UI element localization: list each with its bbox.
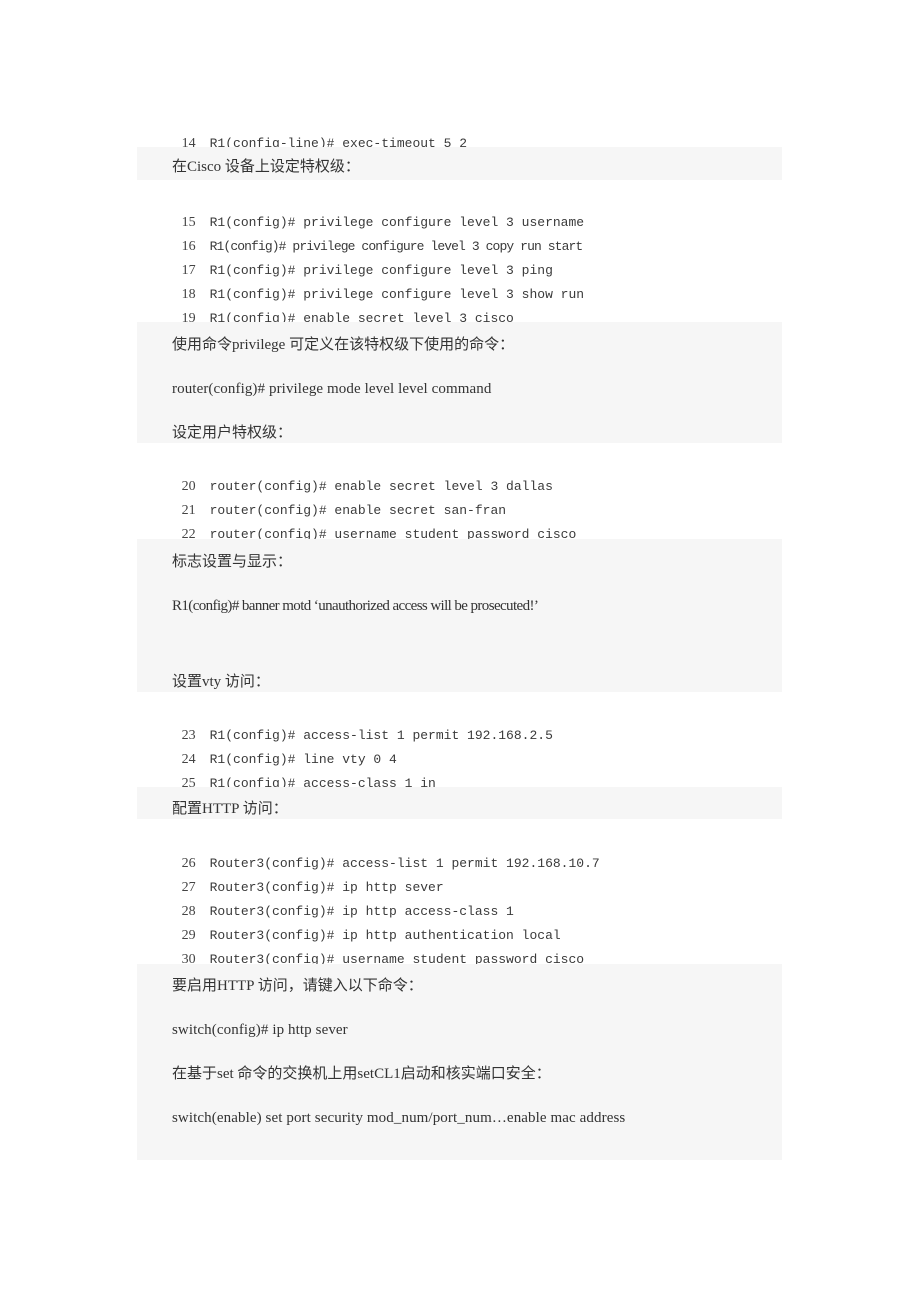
code-line-14: 14 R1(config-line)# exec-timeout 5 2 xyxy=(166,114,467,151)
code-line-26: 26 Router3(config)# access-list 1 permit … xyxy=(166,834,600,871)
code-line-29: 29 Router3(config)# ip http authenticatio… xyxy=(166,906,561,943)
code-line-17: 17 R1(config)# privilege configure level … xyxy=(166,241,553,278)
note-block-http: 配置HTTP 访问： xyxy=(137,787,782,819)
code-line-27: 27 Router3(config)# ip http sever xyxy=(166,858,444,895)
code-line-30: 30 Router3(config)# username student pass… xyxy=(166,930,584,967)
code-line-18: 18 R1(config)# privilege configure level … xyxy=(166,265,584,302)
code-line-19: 19 R1(config)# enable secret level 3 cisc… xyxy=(166,289,514,326)
code-line-15: 15 R1(config)# privilege configure level … xyxy=(166,193,584,230)
code-line-28: 28 Router3(config)# ip http access-class … xyxy=(166,882,514,919)
port-security-command: switch(enable) set port security mod_num… xyxy=(172,1110,626,1126)
enable-http-desc: 要启用HTTP 访问，请键入以下命令： xyxy=(172,978,423,994)
note-block-enable-http: 要启用HTTP 访问，请键入以下命令： switch(config)# ip h… xyxy=(137,964,782,1160)
code-line-25: 25 R1(config)# access-class 1 in xyxy=(166,754,436,791)
privilege-command-syntax: router(config)# privilege mode level lev… xyxy=(172,381,492,397)
banner-heading: 标志设置与显示： xyxy=(172,554,293,570)
port-security-desc: 在基于set 命令的交换机上用setCL1启动和核实端口安全： xyxy=(172,1066,551,1082)
code-line-20: 20 router(config)# enable secret level 3 … xyxy=(166,457,553,494)
set-privilege-heading: 在Cisco 设备上设定特权级： xyxy=(172,159,360,175)
banner-command: R1(config)# banner motd ‘unauthorized ac… xyxy=(172,598,539,614)
privilege-command-desc: 使用命令privilege 可定义在该特权级下使用的命令： xyxy=(172,337,515,353)
note-block-set-privilege: 在Cisco 设备上设定特权级： xyxy=(137,147,782,180)
http-heading: 配置HTTP 访问： xyxy=(172,801,288,817)
code-line-16: 16 R1(config)# privilege configure level … xyxy=(166,217,584,254)
code-line-21: 21 router(config)# enable secret san-fran xyxy=(166,481,506,518)
note-block-banner: 标志设置与显示： R1(config)# banner motd ‘unauth… xyxy=(137,539,782,692)
user-privilege-heading: 设定用户特权级： xyxy=(172,425,293,441)
code-line-22: 22 router(config)# username student passw… xyxy=(166,505,577,542)
vty-heading: 设置vty 访问： xyxy=(172,674,270,690)
code-line-23: 23 R1(config)# access-list 1 permit 192.1… xyxy=(166,706,553,743)
enable-http-command: switch(config)# ip http sever xyxy=(172,1022,348,1038)
note-block-privilege-command: 使用命令privilege 可定义在该特权级下使用的命令： router(con… xyxy=(137,322,782,443)
code-line-24: 24 R1(config)# line vty 0 4 xyxy=(166,730,397,767)
